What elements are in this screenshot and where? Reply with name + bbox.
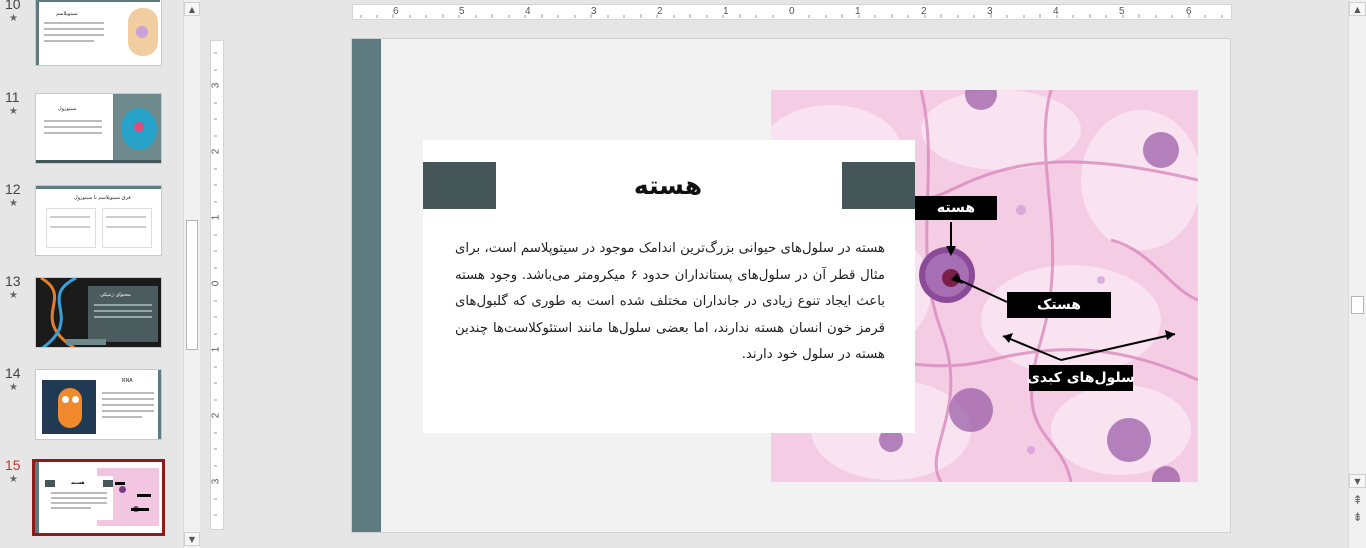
ruler-label: 3	[987, 6, 993, 17]
vertical-ruler[interactable]: 3 2 1 0 1 2 3	[210, 40, 224, 530]
animation-star-icon: ★	[9, 106, 18, 117]
thumbnail-number: 15	[5, 457, 21, 473]
thumbnail-number: 14	[5, 365, 21, 381]
slide-title[interactable]: هسته	[568, 162, 768, 209]
scroll-down-arrow-icon[interactable]: ▼	[1349, 474, 1366, 488]
ruler-label: 3	[210, 82, 222, 89]
ruler-label: 6	[393, 6, 399, 17]
animation-star-icon: ★	[9, 382, 18, 393]
ruler-label: 0	[789, 6, 795, 17]
slide-thumbnail-pane: 10 ★ سیتوپلاسم 11 ★ سیتوزول 12 ★ فرق سیت…	[0, 0, 182, 548]
ruler-label: 5	[1119, 6, 1125, 17]
callout-nucleolus[interactable]: هستک	[1007, 292, 1111, 318]
ruler-label: 1	[210, 346, 222, 353]
scroll-up-arrow-icon[interactable]: ▲	[184, 2, 200, 16]
horizontal-ruler[interactable]: 6 5 4 3 2 1 0 1 2 3 4 5 6	[352, 4, 1232, 20]
ruler-label: 2	[657, 6, 663, 17]
thumbnail-title: هسته	[71, 480, 85, 486]
thumbnail-title: سیتوپلاسم	[56, 11, 78, 17]
title-accent-block-left	[423, 162, 496, 209]
title-accent-block-right	[842, 162, 915, 209]
ruler-label: 1	[210, 214, 222, 221]
animation-star-icon: ★	[9, 474, 18, 485]
slide-thumbnail-selected[interactable]: هسته	[32, 459, 165, 536]
ruler-label: 2	[210, 148, 222, 155]
callout-nucleus[interactable]: هسته	[915, 196, 997, 220]
rna-mascot-illustration	[58, 388, 82, 428]
slide-thumbnail[interactable]: سیتوزول	[35, 93, 162, 164]
animation-star-icon: ★	[9, 198, 18, 209]
ruler-label: 2	[921, 6, 927, 17]
ruler-label: 3	[210, 478, 222, 485]
ruler-label: 6	[1186, 6, 1192, 17]
thumbnail-number: 10	[5, 0, 21, 12]
ruler-label: 5	[459, 6, 465, 17]
content-card[interactable]: هسته هسته در سلول‌های حیوانی بزرگ‌ترین ا…	[423, 140, 915, 433]
ruler-label: 4	[525, 6, 531, 17]
slide-side-band	[352, 39, 381, 532]
dna-illustration	[40, 278, 77, 347]
ruler-label: 0	[210, 280, 222, 287]
next-slide-icon[interactable]: ⇟	[1349, 510, 1366, 524]
thumbnail-title: سیتوزول	[58, 106, 77, 112]
ruler-label: 4	[1053, 6, 1059, 17]
ruler-label: 1	[723, 6, 729, 17]
thumbnail-title: فرق سیتوپلاسم با سیتوزول	[74, 195, 131, 201]
editor-scrollbar[interactable]: ▲ ▼ ⇞ ⇟	[1348, 0, 1366, 548]
powerpoint-window: 10 ★ سیتوپلاسم 11 ★ سیتوزول 12 ★ فرق سیت…	[0, 0, 1366, 548]
thumbnail-title: محتوای ژنتیکی	[100, 292, 131, 298]
thumbnail-number: 13	[5, 273, 21, 289]
thumbnail-number: 11	[5, 89, 20, 105]
thumbnail-number: 12	[5, 181, 21, 197]
scroll-down-arrow-icon[interactable]: ▼	[184, 532, 200, 546]
thumbnail-scrollbar[interactable]: ▲ ▼	[183, 0, 200, 548]
slide-thumbnail[interactable]: محتوای ژنتیکی	[35, 277, 162, 348]
ruler-label: 3	[591, 6, 597, 17]
slide-body-text[interactable]: هسته در سلول‌های حیوانی بزرگ‌ترین اندامک…	[455, 236, 885, 369]
animation-star-icon: ★	[9, 13, 18, 24]
animation-star-icon: ★	[9, 290, 18, 301]
thumbnail-title: RNA	[122, 378, 133, 384]
scrollbar-thumb[interactable]	[1351, 296, 1364, 314]
previous-slide-icon[interactable]: ⇞	[1349, 493, 1366, 507]
slide-thumbnail[interactable]: RNA	[35, 369, 162, 440]
slide-canvas[interactable]: هسته هستک سلول‌های کبدی هسته هسته در سلو…	[351, 38, 1231, 533]
scroll-up-arrow-icon[interactable]: ▲	[1349, 2, 1366, 16]
ruler-label: 1	[855, 6, 861, 17]
ruler-label: 2	[210, 412, 222, 419]
scrollbar-thumb[interactable]	[186, 220, 198, 350]
slide-thumbnail[interactable]: فرق سیتوپلاسم با سیتوزول	[35, 185, 162, 256]
callout-liver-cells[interactable]: سلول‌های کبدی	[1027, 365, 1135, 391]
slide-thumbnail[interactable]: سیتوپلاسم	[35, 0, 162, 66]
